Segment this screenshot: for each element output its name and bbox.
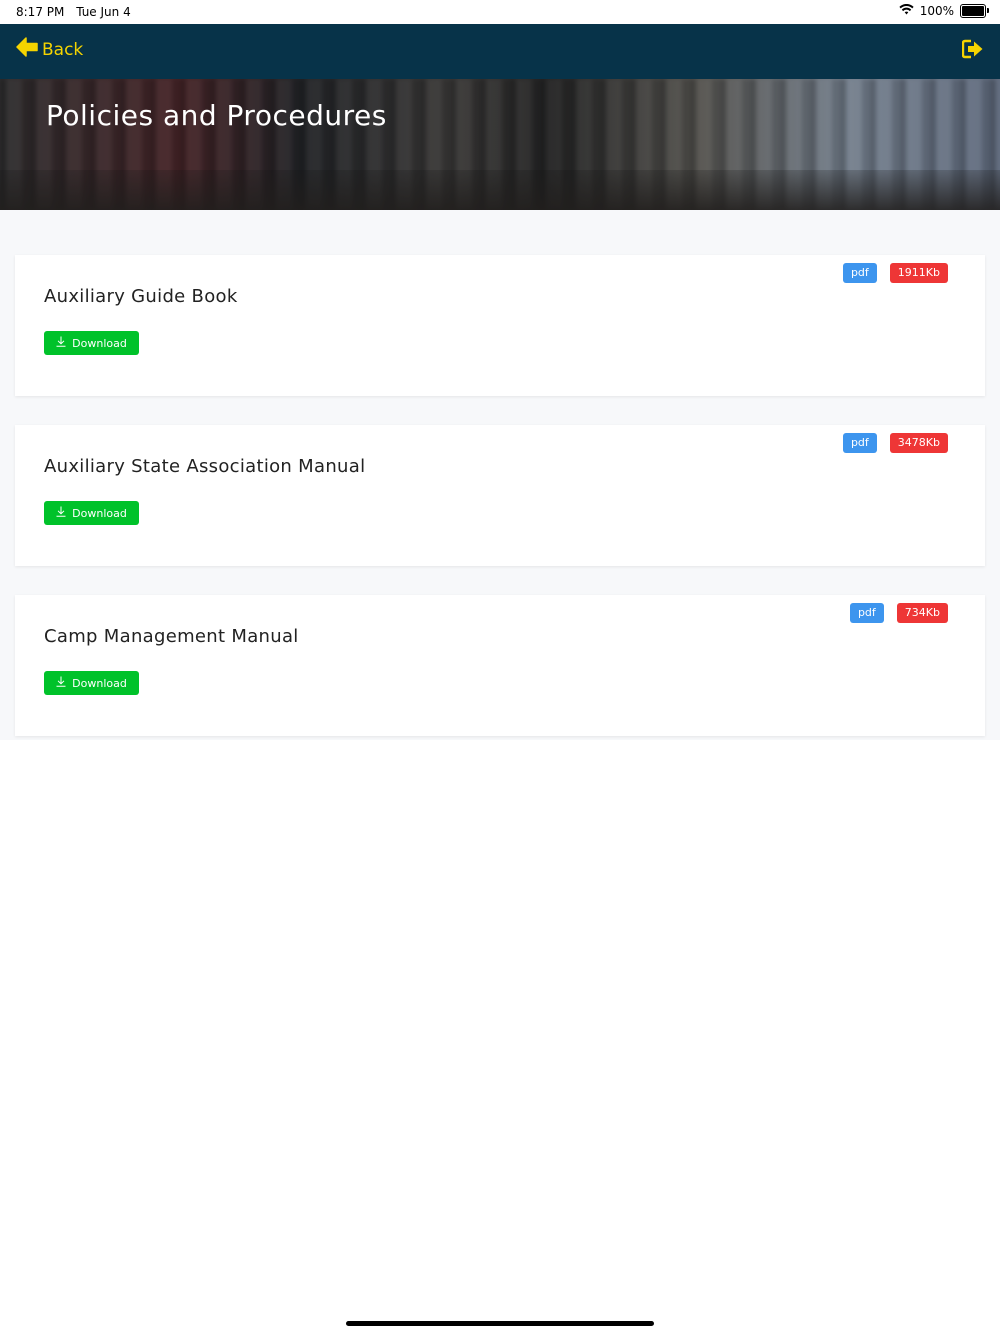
document-badges: pdf 1911Kb (842, 263, 948, 283)
file-size-badge: 1911Kb (889, 263, 948, 283)
download-button[interactable]: Download (44, 331, 139, 355)
document-title: Auxiliary State Association Manual (44, 456, 366, 477)
logout-button[interactable] (961, 39, 984, 63)
document-card: pdf 734Kb Camp Management Manual Downloa… (15, 595, 985, 736)
navigation-bar: Back (0, 24, 1000, 79)
file-type-badge: pdf (842, 263, 877, 283)
document-badges: pdf 3478Kb (842, 433, 948, 453)
download-icon (56, 506, 66, 520)
hero-banner: Policies and Procedures (0, 79, 1000, 210)
arrow-left-icon (16, 37, 38, 62)
file-type-badge: pdf (849, 603, 884, 623)
document-card: pdf 3478Kb Auxiliary State Association M… (15, 425, 985, 566)
status-time: 8:17 PM (16, 5, 65, 19)
document-card: pdf 1911Kb Auxiliary Guide Book Download (15, 255, 985, 396)
battery-percent: 100% (919, 4, 954, 18)
download-label: Download (72, 506, 127, 520)
status-date: Tue Jun 4 (76, 5, 131, 19)
status-left: 8:17 PM Tue Jun 4 (16, 5, 139, 19)
home-indicator[interactable] (346, 1321, 654, 1326)
sign-out-icon (961, 39, 984, 63)
wifi-icon (899, 3, 914, 18)
download-icon (56, 336, 66, 350)
download-label: Download (72, 676, 127, 690)
status-bar: 8:17 PM Tue Jun 4 100% (0, 0, 1000, 24)
file-type-badge: pdf (842, 433, 877, 453)
back-label: Back (42, 39, 84, 60)
back-button[interactable]: Back (16, 37, 83, 62)
download-button[interactable]: Download (44, 671, 139, 695)
download-icon (56, 676, 66, 690)
document-title: Camp Management Manual (44, 626, 299, 647)
document-title: Auxiliary Guide Book (44, 286, 238, 307)
battery-fill (962, 6, 984, 16)
download-label: Download (72, 336, 127, 350)
download-button[interactable]: Download (44, 501, 139, 525)
battery-icon (960, 4, 989, 18)
file-size-badge: 734Kb (896, 603, 948, 623)
status-right: 100% (899, 3, 989, 18)
file-size-badge: 3478Kb (889, 433, 948, 453)
document-list: pdf 1911Kb Auxiliary Guide Book Download… (0, 210, 1000, 740)
page-title: Policies and Procedures (46, 99, 387, 132)
document-badges: pdf 734Kb (849, 603, 948, 623)
